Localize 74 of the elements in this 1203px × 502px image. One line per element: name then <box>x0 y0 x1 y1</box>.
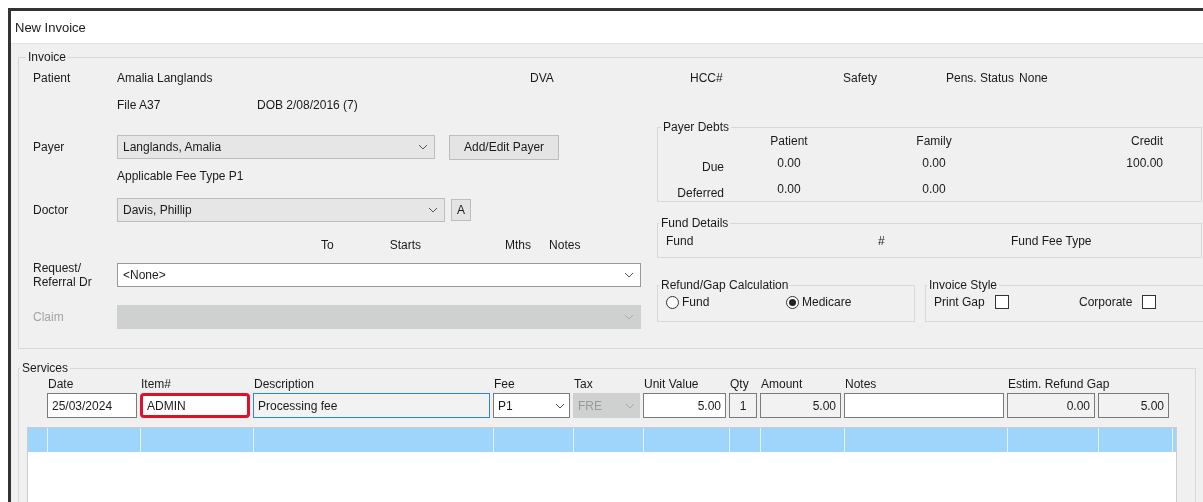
entry-field[interactable]: P1 <box>493 393 570 418</box>
checkbox-option[interactable]: Corporate <box>1079 295 1203 309</box>
service-row[interactable] <box>28 428 1176 452</box>
amount-value: 0.00 <box>921 182 947 198</box>
group-title: Payer Debts <box>662 120 731 134</box>
group-title: Invoice <box>27 50 68 64</box>
checkbox-option[interactable]: Print Gap <box>934 295 1079 309</box>
column-header: To <box>321 238 334 252</box>
column-header: Item# <box>140 376 172 393</box>
payer-label: Payer <box>33 140 66 154</box>
doctor-label: Doctor <box>33 203 70 217</box>
column-header: Patient <box>769 134 809 148</box>
amount-value: 0.00 <box>776 182 802 198</box>
column-header: Date <box>47 376 75 393</box>
column-header: Mths <box>505 238 532 252</box>
referral-label: Request/ Referral Dr <box>33 261 93 289</box>
entry-field[interactable]: 5.00 <box>643 393 726 418</box>
chevron-down-icon <box>625 402 635 409</box>
radio-option[interactable]: Medicare <box>786 295 906 309</box>
column-header: Amount <box>760 376 804 393</box>
column-header: Starts <box>389 238 422 252</box>
column-header: Description <box>253 376 316 393</box>
column-header: Tax <box>573 376 594 393</box>
column-header: Fee <box>493 376 516 393</box>
column-header: Unit Value <box>643 376 700 393</box>
dva-label: DVA <box>530 71 555 85</box>
group-title: Fund Details <box>660 216 730 230</box>
entry-field[interactable]: ADMIN <box>140 393 250 418</box>
row-label: Deferred <box>676 185 724 200</box>
chevron-down-icon <box>428 207 438 213</box>
fund-field-label: Fund Fee Type <box>1011 234 1092 248</box>
entry-field[interactable]: 25/03/2024 <box>47 393 137 418</box>
add-edit-payer-button[interactable]: Add/Edit Payer <box>449 134 560 160</box>
chevron-down-icon <box>624 272 634 278</box>
file-number: File A37 <box>117 98 162 112</box>
group-title: Refund/Gap Calculation <box>660 278 790 292</box>
column-header: Notes <box>844 376 878 393</box>
patient-name: Amalia Langlands <box>117 71 214 85</box>
entry-field[interactable]: 5.00 <box>1098 393 1169 418</box>
amount-value: 0.00 <box>776 156 802 172</box>
radio-option[interactable]: Fund <box>666 295 786 309</box>
claim-label: Claim <box>33 310 65 324</box>
column-header: Credit <box>1130 134 1164 148</box>
amount-value: 0.00 <box>921 156 947 172</box>
column-header: Family <box>915 134 953 148</box>
safety-label: Safety <box>843 71 879 85</box>
doctor-a-button[interactable]: A <box>451 199 471 221</box>
doctor-dropdown[interactable]: Davis, Phillip <box>117 198 445 222</box>
chevron-down-icon <box>624 314 634 320</box>
column-header: Estim. Refund Gap <box>1007 376 1111 393</box>
date-of-birth: DOB 2/08/2016 (7) <box>257 98 358 112</box>
payer-dropdown[interactable]: Langlands, Amalia <box>117 135 435 159</box>
group-title: Invoice Style <box>928 278 999 292</box>
column-header: Qty <box>729 376 750 393</box>
group-title: Services <box>21 361 69 375</box>
entry-field[interactable]: Processing fee <box>253 393 490 418</box>
fee-type-text: Applicable Fee Type P1 <box>117 169 244 183</box>
chevron-down-icon <box>418 144 428 150</box>
hcc-label: HCC# <box>690 71 724 85</box>
column-header: Notes <box>549 238 581 252</box>
window-title: New Invoice <box>15 19 86 35</box>
fund-field-label: Fund <box>666 234 695 248</box>
amount-value: 100.00 <box>1125 156 1164 172</box>
entry-field[interactable]: 0.00 <box>1007 393 1095 418</box>
pension-status-value: None <box>1019 71 1048 85</box>
pension-status-label: Pens. Status <box>946 71 1015 85</box>
entry-field[interactable] <box>844 393 1004 418</box>
patient-label: Patient <box>33 71 72 85</box>
entry-field[interactable]: 5.00 <box>760 393 841 418</box>
chevron-down-icon <box>555 402 565 409</box>
entry-field[interactable]: 1 <box>729 393 757 418</box>
fund-field-label: # <box>878 234 886 248</box>
referral-dropdown[interactable]: <None> <box>117 263 641 287</box>
row-label: Due <box>701 159 724 174</box>
